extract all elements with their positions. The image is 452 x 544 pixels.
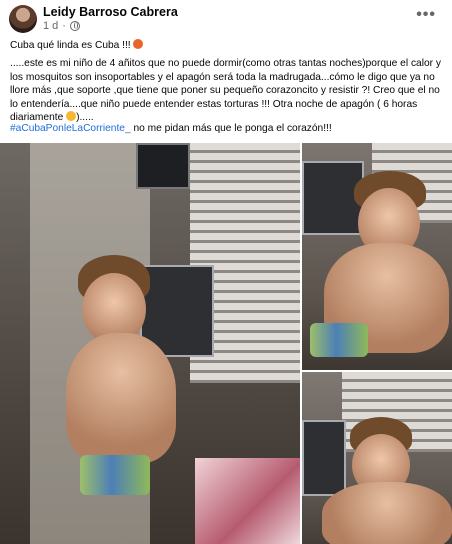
line-1-text: Cuba qué linda es Cuba !!! [10, 40, 131, 51]
speaker [136, 143, 190, 189]
post-header: Leidy Barroso Cabrera 1 d · ••• [0, 0, 452, 40]
photo-grid [0, 143, 452, 544]
post-text-line-1: Cuba qué linda es Cuba !!! [10, 39, 442, 53]
post-meta: 1 d · [43, 20, 80, 32]
stereo-system [302, 420, 346, 496]
bed [195, 458, 300, 544]
dot-separator: · [62, 20, 66, 32]
post-time[interactable]: 1 d [43, 20, 58, 32]
globe-icon[interactable] [69, 21, 80, 31]
more-options-icon[interactable]: ••• [416, 6, 436, 24]
main-photo[interactable] [0, 143, 300, 544]
hashtag-link[interactable]: #aCubaPonleLaCorriente_ [10, 123, 131, 134]
child-shorts [80, 455, 150, 495]
photo-2[interactable] [302, 143, 452, 370]
sad-face-icon [66, 111, 77, 122]
photo-3[interactable] [302, 372, 452, 544]
post-text-line-3: #aCubaPonleLaCorriente_ no me pidan más … [10, 122, 442, 136]
child-shorts [310, 323, 368, 357]
child-body [66, 333, 176, 463]
post-text-line-2: .....este es mi niño de 4 añitos que no … [10, 57, 442, 125]
author-name[interactable]: Leidy Barroso Cabrera [43, 5, 178, 19]
avatar[interactable] [9, 5, 37, 33]
angry-face-icon [133, 39, 144, 49]
child-body [322, 482, 452, 544]
line-3-text: no me pidan más que le ponga el corazón!… [130, 123, 332, 134]
